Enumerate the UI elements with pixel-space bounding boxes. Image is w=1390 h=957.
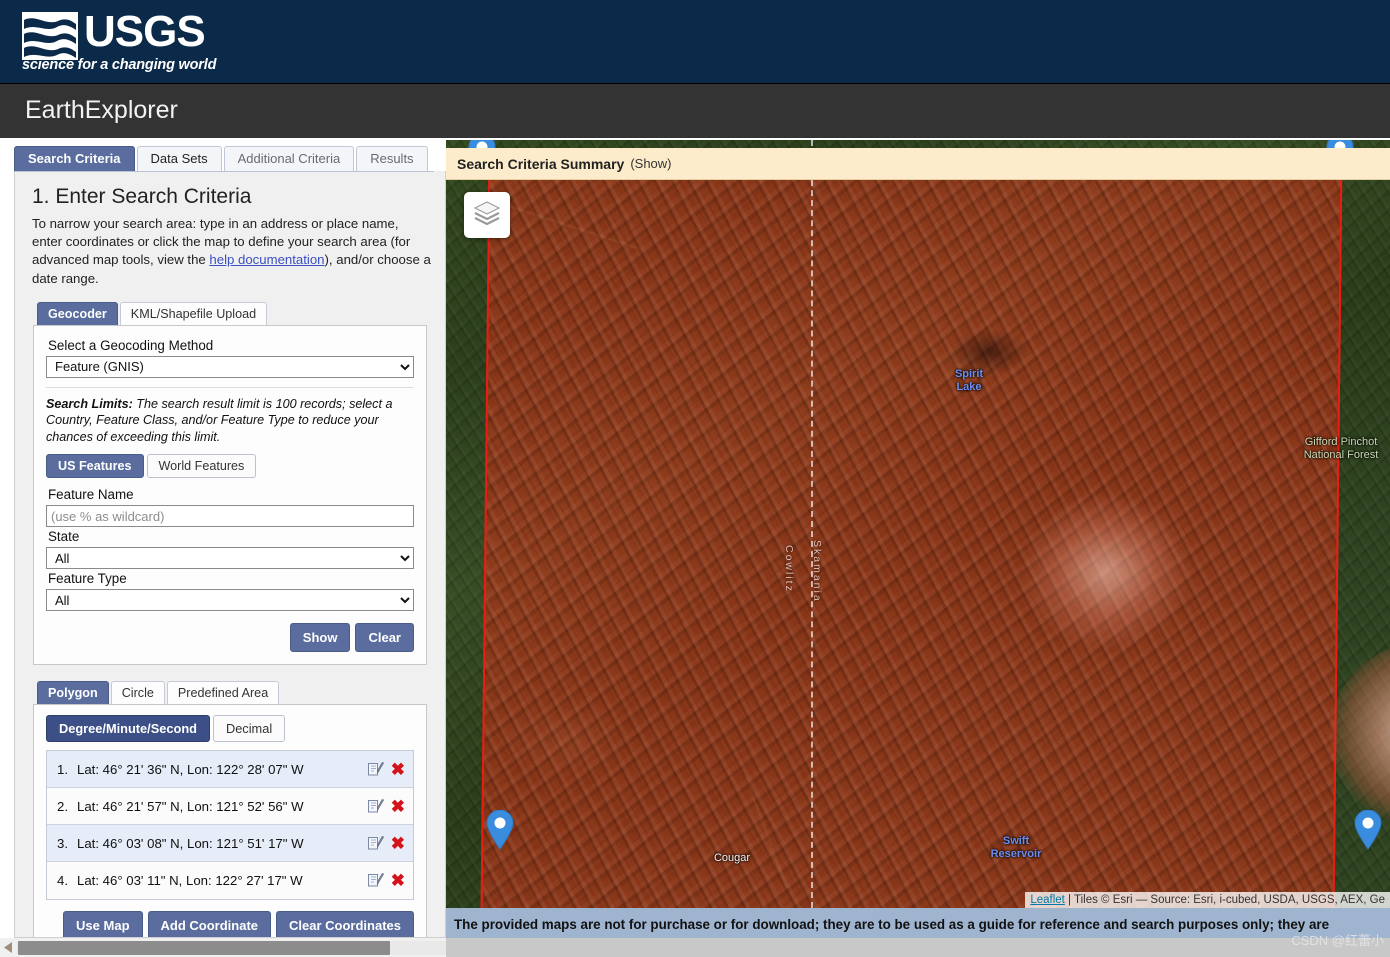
coordinate-value: Lat: 46° 21' 57" N, Lon: 121° 52' 56" W [77, 798, 304, 814]
geocoding-method-select[interactable]: Feature (GNIS) [46, 355, 414, 378]
geocoder-widget: Select a Geocoding Method Feature (GNIS)… [33, 324, 427, 666]
map-viewport[interactable]: Spirit Lake Gifford Pinchot National For… [446, 140, 1390, 908]
row-actions: ✖ [367, 835, 405, 852]
usgs-wave-icon [22, 12, 78, 60]
tab-data-sets[interactable]: Data Sets [136, 146, 222, 171]
attribution-text: | Tiles © Esri — Source: Esri, i-cubed, … [1064, 894, 1385, 906]
layers-icon [473, 200, 501, 231]
clear-coordinates-button[interactable]: Clear Coordinates [276, 911, 414, 937]
summary-title: Search Criteria Summary [457, 155, 625, 172]
table-row[interactable]: 2. Lat: 46° 21' 57" N, Lon: 121° 52' 56"… [47, 788, 413, 826]
app-title: EarthExplorer [25, 96, 178, 124]
search-limits-label: Search Limits: [46, 396, 133, 411]
scrollbar-track[interactable] [17, 940, 446, 955]
subtab-kml-shapefile-upload[interactable]: KML/Shapefile Upload [119, 301, 268, 325]
delete-icon[interactable]: ✖ [391, 872, 405, 889]
delete-icon[interactable]: ✖ [391, 835, 405, 852]
area-selection-section: Polygon Circle Predefined Area Degree/Mi… [15, 681, 445, 937]
search-description: To narrow your search area: type in an a… [32, 215, 431, 288]
page-title: 1. Enter Search Criteria [32, 185, 252, 208]
toggle-degree-minute-second[interactable]: Degree/Minute/Second [46, 715, 210, 743]
coordinate-index: 1. [57, 761, 68, 777]
feature-type-label: Feature Type [48, 571, 127, 587]
table-row[interactable]: 3. Lat: 46° 03' 08" N, Lon: 121° 51' 17"… [47, 825, 413, 863]
divider [46, 386, 414, 388]
delete-icon[interactable]: ✖ [391, 761, 405, 778]
search-criteria-summary-bar[interactable]: Search Criteria Summary (Show) [446, 148, 1390, 180]
edit-icon[interactable] [367, 798, 385, 815]
scrollbar-thumb[interactable] [18, 940, 390, 955]
area-tabs: Polygon Circle Predefined Area [37, 681, 445, 705]
table-row[interactable]: 1. Lat: 46° 21' 36" N, Lon: 122° 28' 07"… [47, 751, 413, 789]
toggle-decimal[interactable]: Decimal [212, 715, 286, 743]
tab-circle[interactable]: Circle [110, 681, 165, 705]
tab-search-criteria[interactable]: Search Criteria [14, 146, 135, 171]
left-panel-scrollbar[interactable] [0, 938, 446, 957]
subtab-geocoder[interactable]: Geocoder [37, 301, 118, 325]
show-button[interactable]: Show [289, 623, 351, 653]
geocoder-subtabs: Geocoder KML/Shapefile Upload [37, 301, 445, 325]
feature-scope-toggle: US Features World Features [46, 454, 414, 479]
usgs-header: USGS science for a changing world [0, 0, 1390, 84]
toggle-world-features[interactable]: World Features [146, 454, 257, 479]
toggle-us-features[interactable]: US Features [46, 454, 144, 479]
polygon-vertex-marker[interactable] [486, 810, 514, 850]
scroll-left-icon[interactable] [0, 938, 17, 957]
tab-results[interactable]: Results [356, 146, 428, 171]
state-label: State [48, 529, 80, 545]
summary-show-toggle[interactable]: (Show) [630, 156, 671, 171]
coordinate-index: 2. [57, 798, 68, 814]
usgs-logo[interactable]: USGS [22, 7, 206, 60]
geocoding-method-label: Select a Geocoding Method [48, 337, 214, 353]
tab-predefined-area[interactable]: Predefined Area [166, 681, 280, 705]
edit-icon[interactable] [367, 761, 385, 778]
polygon-vertex-marker[interactable] [1354, 810, 1382, 850]
add-coordinate-button[interactable]: Add Coordinate [147, 911, 272, 937]
map-attribution: Leaflet | Tiles © Esri — Source: Esri, i… [1025, 892, 1390, 908]
coordinate-index: 4. [57, 873, 68, 889]
delete-icon[interactable]: ✖ [391, 798, 405, 815]
tab-polygon[interactable]: Polygon [37, 681, 109, 705]
row-actions: ✖ [367, 872, 405, 889]
leaflet-link[interactable]: Leaflet [1030, 894, 1065, 906]
main-tabs: Search Criteria Data Sets Additional Cri… [14, 146, 434, 172]
coordinate-value: Lat: 46° 03' 11" N, Lon: 122° 27' 17" W [77, 873, 303, 889]
coordinate-value: Lat: 46° 21' 36" N, Lon: 122° 28' 07" W [77, 761, 304, 777]
usgs-wordmark: USGS [84, 7, 206, 56]
row-actions: ✖ [367, 761, 405, 778]
search-criteria-panel: 1. Enter Search Criteria To narrow your … [14, 171, 446, 938]
feature-type-select[interactable]: All [46, 589, 414, 612]
polygon-widget: Degree/Minute/Second Decimal 1. Lat: 46°… [33, 704, 427, 937]
row-actions: ✖ [367, 798, 405, 815]
geocoder-actions: Show Clear [46, 623, 414, 653]
table-row[interactable]: 4. Lat: 46° 03' 11" N, Lon: 122° 27' 17"… [47, 862, 413, 900]
county-boundary [811, 140, 813, 908]
coordinate-value: Lat: 46° 03' 08" N, Lon: 121° 51' 17" W [77, 835, 304, 851]
search-limits-note: Search Limits: The search result limit i… [46, 396, 414, 445]
coordinate-list: 1. Lat: 46° 21' 36" N, Lon: 122° 28' 07"… [46, 750, 414, 901]
search-area-polygon[interactable] [479, 170, 1390, 908]
bottom-strip [446, 938, 1390, 957]
polygon-actions: Use Map Add Coordinate Clear Coordinates [46, 911, 414, 937]
tab-additional-criteria[interactable]: Additional Criteria [223, 146, 355, 171]
layers-control[interactable] [464, 192, 510, 238]
feature-name-input[interactable] [46, 505, 414, 528]
coordinate-format-toggle: Degree/Minute/Second Decimal [46, 715, 414, 743]
help-documentation-link[interactable]: help documentation [209, 252, 324, 267]
clear-button[interactable]: Clear [355, 623, 414, 653]
state-select[interactable]: All [46, 547, 414, 570]
feature-name-label: Feature Name [48, 487, 134, 503]
edit-icon[interactable] [367, 835, 385, 852]
usgs-tagline: science for a changing world [22, 57, 217, 73]
edit-icon[interactable] [367, 872, 385, 889]
app-title-bar: EarthExplorer [0, 84, 1390, 138]
map-usage-notice: The provided maps are not for purchase o… [446, 908, 1390, 940]
use-map-button[interactable]: Use Map [63, 911, 143, 937]
notice-text: The provided maps are not for purchase o… [454, 916, 1330, 932]
coordinate-index: 3. [57, 835, 68, 851]
polygon-fill [481, 172, 1341, 908]
